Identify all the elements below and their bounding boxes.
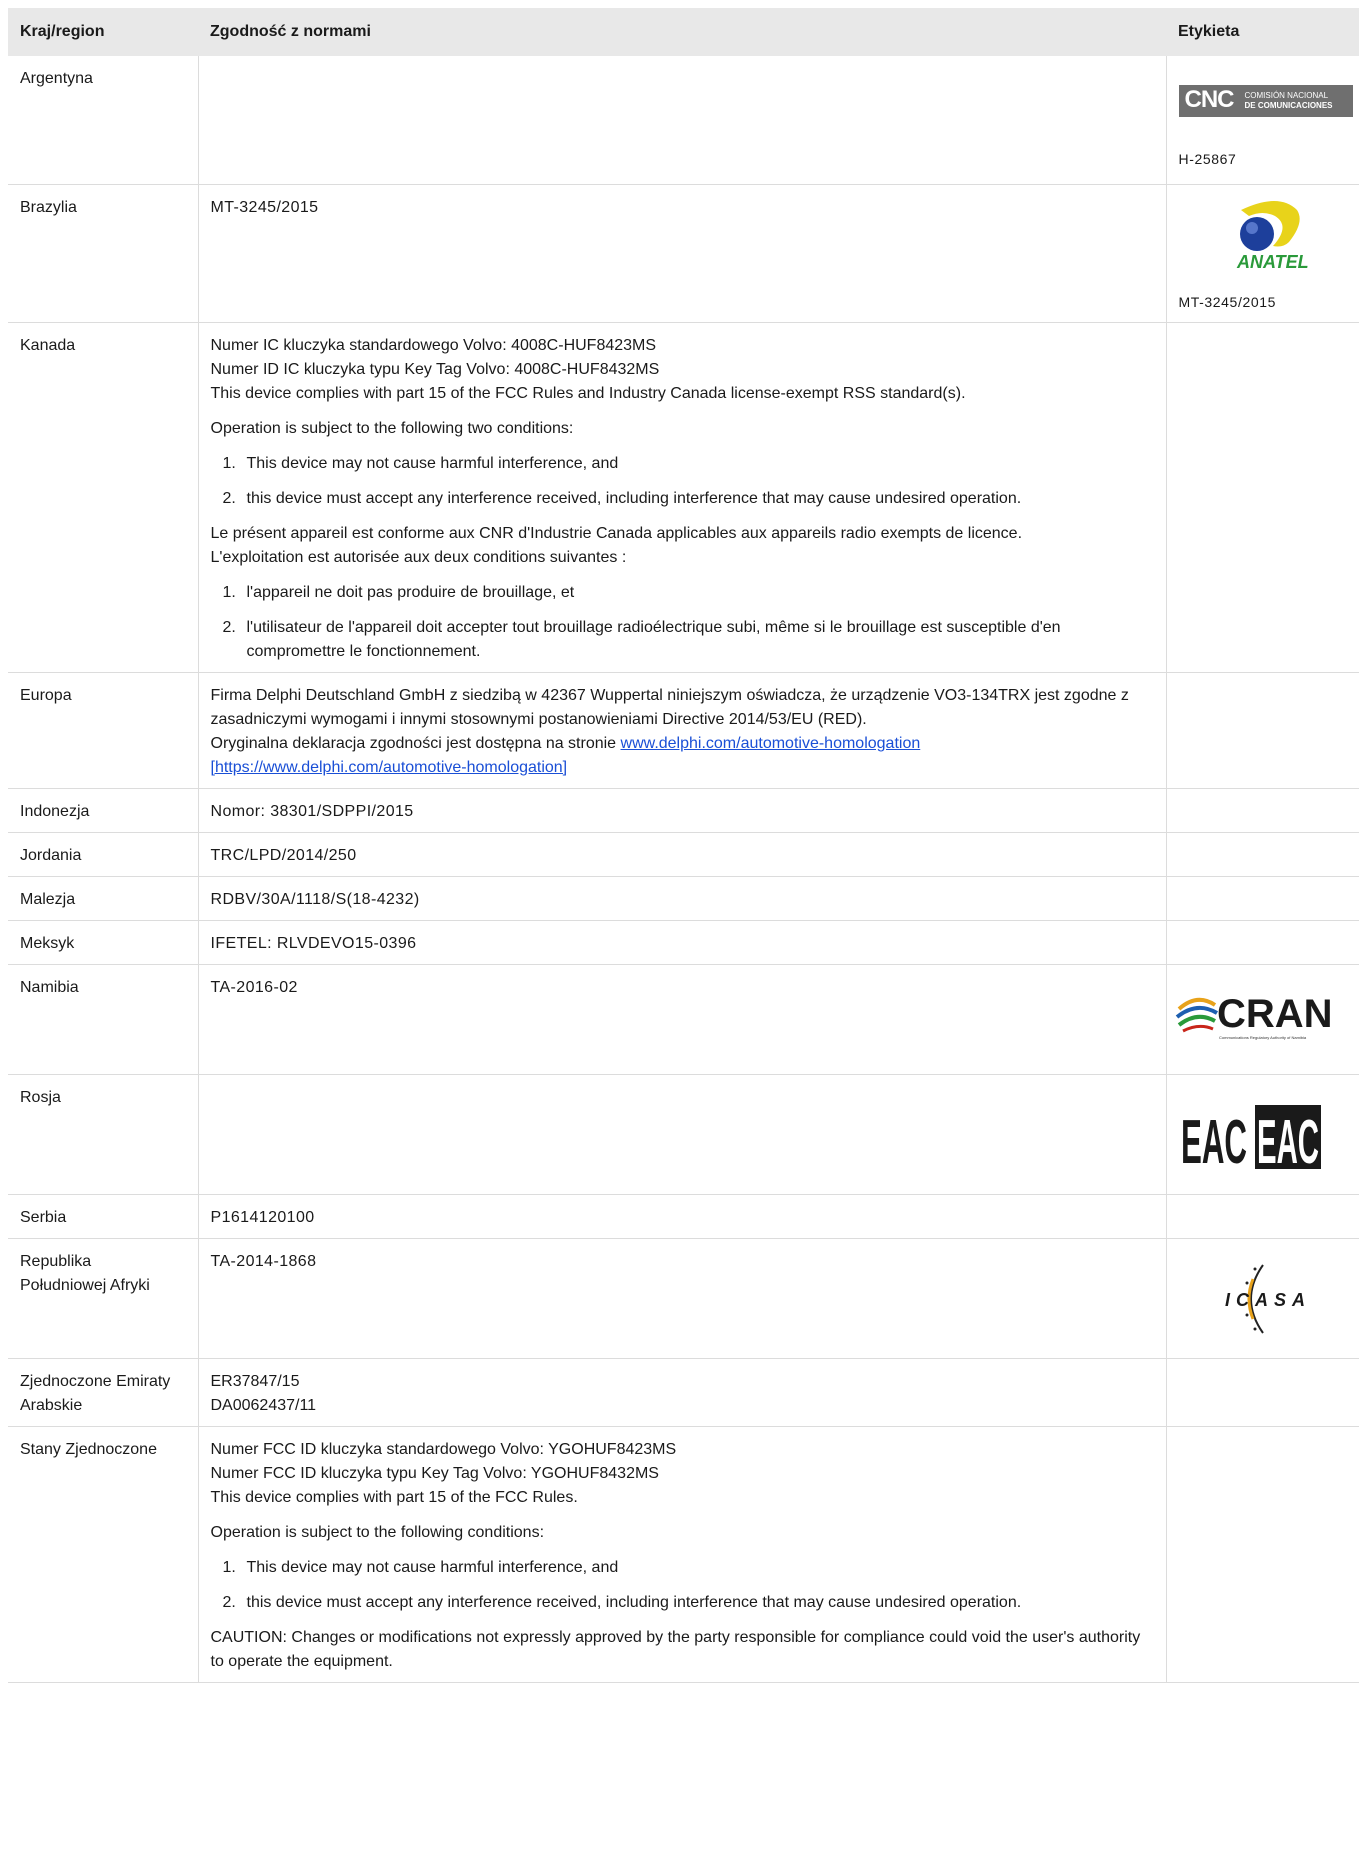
label-cell [1166, 322, 1359, 673]
compliance-cell [198, 56, 1167, 185]
compliance-cell: TA-2014-1868 [198, 1238, 1167, 1359]
cran-logo: CRAN Communications Regulatory Authority… [1175, 992, 1333, 1040]
conditions-list: 1. This device may not cause harmful inte… [211, 452, 1154, 511]
table-row: Kanada Numer IC kluczyka standardowego V… [8, 322, 1359, 673]
header-country: Kraj/region [8, 8, 198, 56]
table-row: Republika Południowej Afryki TA-2014-186… [8, 1238, 1359, 1359]
label-cell [1166, 876, 1359, 921]
label-cell [1166, 1358, 1359, 1427]
compliance-cell: Numer FCC ID kluczyka standardowego Volv… [198, 1426, 1167, 1683]
table-row: Meksyk IFETEL: RLVDEVO15-0396 [8, 920, 1359, 965]
country-cell: Kanada [8, 322, 199, 673]
compliance-table-container: Kraj/region Zgodność z normami Etykieta … [8, 8, 1359, 1683]
country-cell: Europa [8, 672, 199, 789]
list-item: 2. l'utilisateur de l'appareil doit accep… [222, 618, 1061, 660]
svg-text:Communications Regulatory Auth: Communications Regulatory Authority of N… [1219, 1035, 1307, 1040]
table-row: Argentyna CNC COMISIÓN NACIONAL DE COMUNI… [8, 56, 1359, 185]
country-cell: Zjednoczone Emiraty Arabskie [8, 1358, 199, 1427]
list-item: 2. this device must accept any interferen… [222, 489, 1022, 507]
label-cell [1166, 1194, 1359, 1239]
table-row: Europa Firma Delphi Deutschland GmbH z s… [8, 672, 1359, 789]
country-cell: Jordania [8, 832, 199, 877]
cnc-logo: CNC COMISIÓN NACIONAL DE COMUNICACIONES [1178, 85, 1353, 117]
country-cell: Rosja [8, 1074, 199, 1195]
label-cell: ANATEL MT-3245/2015 [1166, 184, 1359, 323]
label-cell [1166, 920, 1359, 965]
svg-text:ANATEL: ANATEL [1236, 252, 1309, 272]
label-cell [1166, 788, 1359, 833]
anatel-logo: ANATEL [1236, 200, 1309, 272]
icasa-logo: ICASA [1225, 1263, 1311, 1334]
country-cell: Namibia [8, 964, 199, 1075]
table-row: Stany Zjednoczone Numer FCC ID kluczyka … [8, 1426, 1359, 1683]
country-cell: Stany Zjednoczone [8, 1426, 199, 1683]
svg-text:CRAN: CRAN [1217, 992, 1333, 1036]
country-cell: Brazylia [8, 184, 199, 323]
label-cell: EAC EAC [1166, 1074, 1359, 1195]
label-cell: ICASA [1166, 1238, 1359, 1359]
compliance-cell [198, 1074, 1167, 1195]
compliance-cell: IFETEL: RLVDEVO15-0396 [198, 920, 1167, 965]
label-cell [1166, 832, 1359, 877]
label-cell: CNC COMISIÓN NACIONAL DE COMUNICACIONES H… [1166, 56, 1359, 185]
list-item: 1. This device may not cause harmful inte… [222, 1558, 619, 1576]
compliance-cell: Nomor: 38301/SDPPI/2015 [198, 788, 1167, 833]
conditions-list: 1. This device may not cause harmful inte… [211, 1556, 1154, 1615]
country-cell: Republika Południowej Afryki [8, 1238, 199, 1359]
table-row: Zjednoczone Emiraty Arabskie ER37847/15 … [8, 1358, 1359, 1427]
table-row: Rosja EAC EAC [8, 1074, 1359, 1195]
compliance-table: Kraj/region Zgodność z normami Etykieta … [8, 8, 1359, 1683]
table-row: Malezja RDBV/30A/1118/S(18-4232) [8, 876, 1359, 921]
compliance-cell: Firma Delphi Deutschland GmbH z siedzibą… [198, 672, 1167, 789]
svg-text:ICASA: ICASA [1225, 1290, 1311, 1310]
svg-text:EAC: EAC [1257, 1108, 1319, 1177]
label-number: MT-3245/2015 [1178, 293, 1276, 310]
label-cell [1166, 1426, 1359, 1683]
svg-text:EAC: EAC [1181, 1108, 1247, 1177]
compliance-cell: TA-2016-02 [198, 964, 1167, 1075]
compliance-cell: P1614120100 [198, 1194, 1167, 1239]
country-cell: Malezja [8, 876, 199, 921]
list-item: 1. This device may not cause harmful inte… [222, 454, 619, 472]
country-cell: Meksyk [8, 920, 199, 965]
table-header-row: Kraj/region Zgodność z normami Etykieta [8, 8, 1359, 56]
compliance-cell: MT-3245/2015 [198, 184, 1167, 323]
label-cell: CRAN Communications Regulatory Authority… [1166, 964, 1359, 1075]
label-number: H-25867 [1178, 151, 1237, 167]
list-item: 2. this device must accept any interferen… [222, 1593, 1022, 1611]
compliance-cell: ER37847/15 DA0062437/11 [198, 1358, 1167, 1427]
country-cell: Argentyna [8, 56, 199, 185]
label-cell [1166, 672, 1359, 789]
table-row: Indonezja Nomor: 38301/SDPPI/2015 [8, 788, 1359, 833]
country-cell: Indonezja [8, 788, 199, 833]
table-row: Namibia TA-2016-02 CRAN Communications R… [8, 964, 1359, 1075]
table-row: Brazylia MT-3245/2015 ANATEL MT-3245/201… [8, 184, 1359, 323]
header-compliance: Zgodność z normami [198, 8, 1166, 56]
header-label: Etykieta [1166, 8, 1359, 56]
table-row: Jordania TRC/LPD/2014/250 [8, 832, 1359, 877]
conditions-list-fr: 1. l'appareil ne doit pas produire de bro… [211, 581, 1154, 664]
compliance-cell: RDBV/30A/1118/S(18-4232) [198, 876, 1167, 921]
list-item: 1. l'appareil ne doit pas produire de bro… [222, 583, 575, 601]
eac-logo: EAC EAC [1181, 1104, 1321, 1177]
country-cell: Serbia [8, 1194, 199, 1239]
table-row: Serbia P1614120100 [8, 1194, 1359, 1239]
compliance-cell: Numer IC kluczyka standardowego Volvo: 4… [198, 322, 1167, 673]
compliance-cell: TRC/LPD/2014/250 [198, 832, 1167, 877]
